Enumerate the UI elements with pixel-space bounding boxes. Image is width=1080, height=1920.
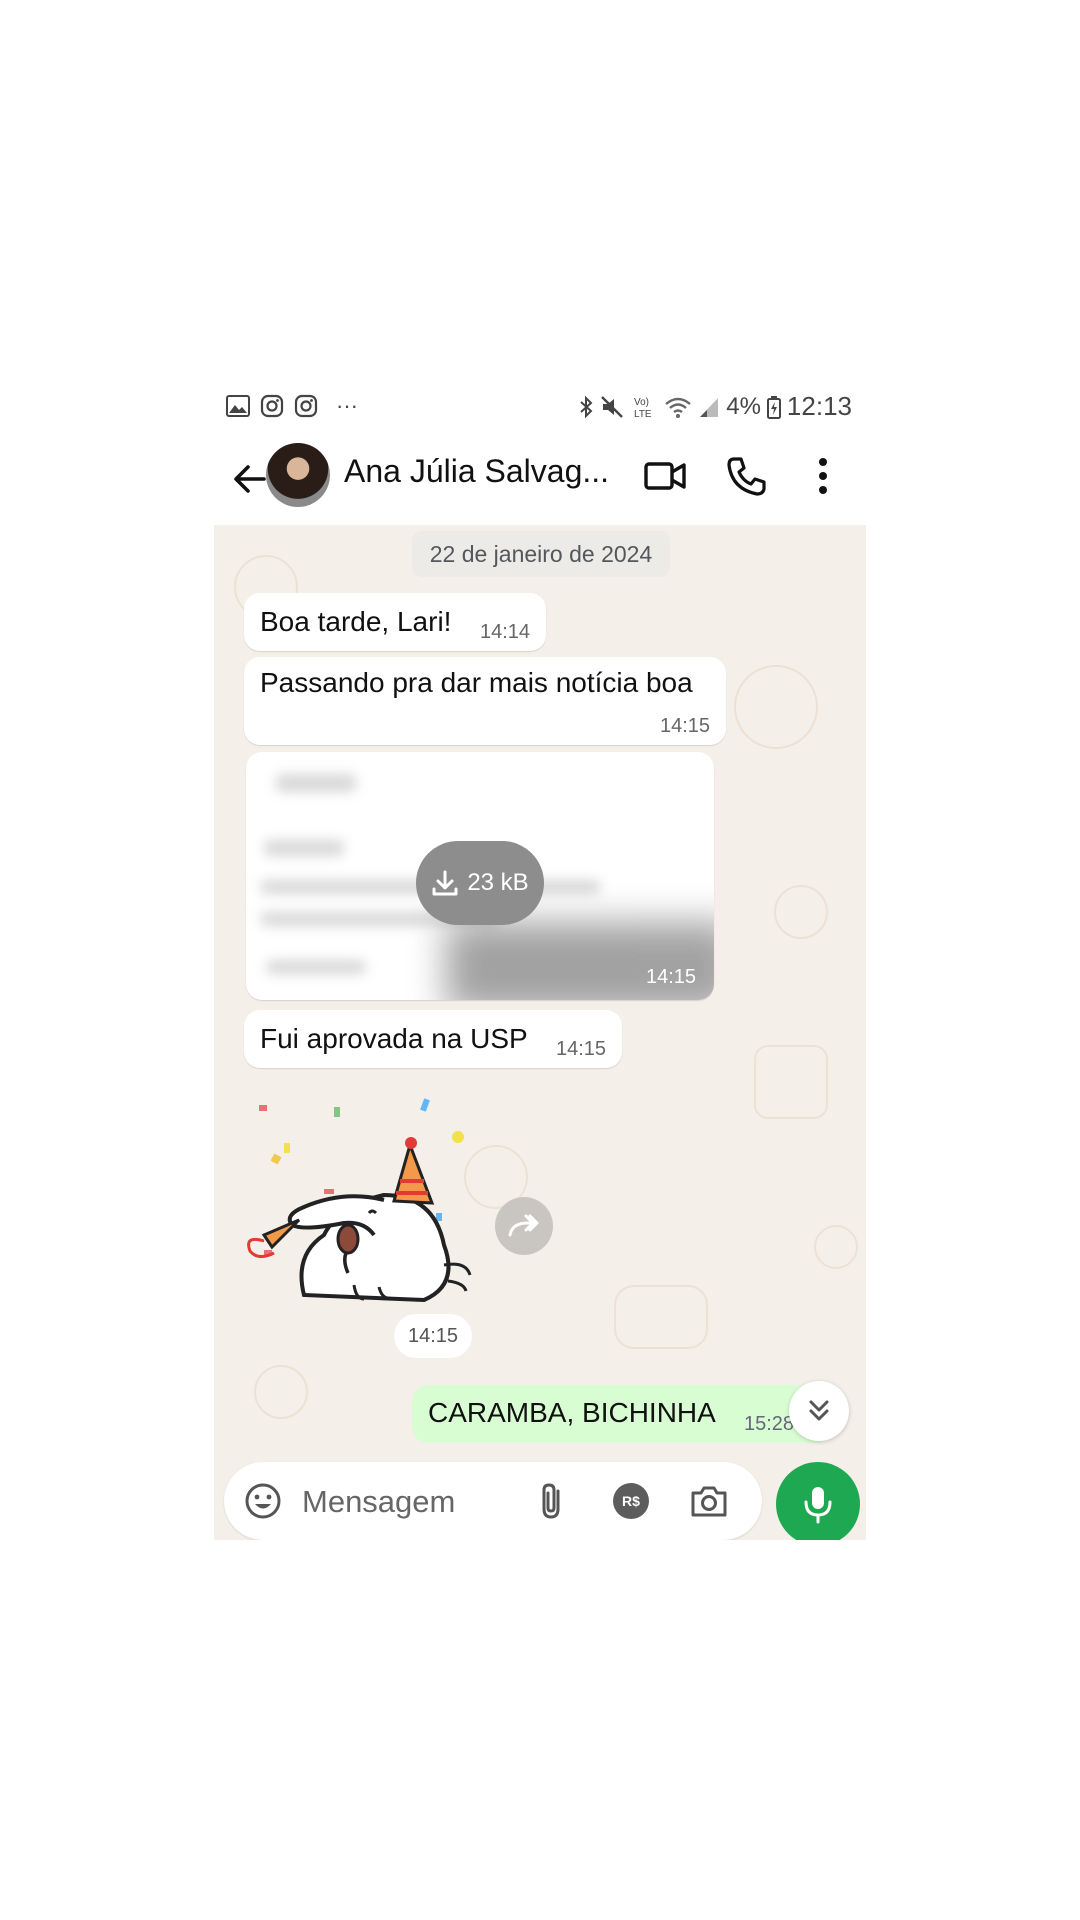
wifi-icon — [665, 397, 692, 418]
more-vert-icon[interactable] — [800, 453, 846, 499]
forward-button[interactable] — [495, 1197, 553, 1255]
mute-icon — [601, 395, 624, 418]
message-input[interactable] — [300, 1474, 504, 1530]
party-anteater-sticker[interactable] — [244, 1085, 474, 1310]
phone-screen: ··· Vo) LTE 4% 12:13 Ana Júlia Salvag...… — [214, 385, 866, 1540]
signal-icon — [700, 397, 719, 417]
status-time: 12:13 — [786, 391, 852, 421]
outgoing-message[interactable]: CARAMBA, BICHINHA 15:28 — [412, 1385, 832, 1443]
attach-icon — [542, 1483, 560, 1519]
emoji-button[interactable] — [240, 1478, 286, 1524]
message-text: CARAMBA, BICHINHA — [428, 1397, 716, 1428]
document-message[interactable]: 23 kB 14:15 — [246, 752, 714, 1000]
video-call-icon[interactable] — [642, 453, 688, 499]
battery-percent: 4% — [726, 392, 761, 420]
message-time: 14:14 — [480, 621, 531, 643]
camera-button[interactable] — [686, 1478, 732, 1524]
download-size: 23 kB — [467, 869, 529, 896]
currency-label: R$ — [622, 1493, 640, 1509]
mic-icon — [804, 1487, 832, 1524]
voice-message-button[interactable] — [776, 1462, 860, 1540]
contact-name[interactable]: Ana Júlia Salvag... — [344, 453, 609, 490]
camera-icon — [691, 1486, 727, 1517]
incoming-message[interactable]: Boa tarde, Lari! 14:14 — [244, 593, 546, 651]
more-notifications: ··· — [336, 393, 358, 418]
gallery-icon — [226, 395, 250, 417]
battery-icon — [766, 395, 781, 419]
volte-icon: Vo) LTE — [634, 397, 652, 419]
incoming-message[interactable]: Passando pra dar mais notícia boa 14:15 — [244, 657, 726, 745]
phone-icon[interactable] — [724, 453, 770, 499]
message-time: 14:15 — [556, 1038, 607, 1060]
status-bar: ··· Vo) LTE 4% 12:13 — [214, 385, 866, 433]
double-chevron-down-icon — [809, 1400, 829, 1421]
attach-button[interactable] — [530, 1478, 576, 1524]
message-text: Boa tarde, Lari! — [260, 606, 452, 637]
forward-icon — [508, 1214, 539, 1237]
message-time: 14:15 — [646, 966, 697, 988]
emoji-icon — [245, 1483, 281, 1519]
payment-button[interactable]: R$ — [608, 1478, 654, 1524]
message-time: 14:15 — [660, 715, 711, 737]
message-text: Passando pra dar mais notícia boa — [260, 667, 693, 698]
bluetooth-icon — [580, 395, 593, 418]
pix-icon: R$ — [613, 1483, 649, 1519]
instagram-icon — [294, 394, 318, 418]
message-time: 15:28 — [744, 1413, 795, 1435]
chat-header: Ana Júlia Salvag... — [214, 433, 866, 525]
incoming-message[interactable]: Fui aprovada na USP 14:15 — [244, 1010, 622, 1068]
message-composer: R$ — [224, 1462, 762, 1540]
avatar[interactable] — [266, 443, 330, 507]
chat-area[interactable]: 22 de janeiro de 2024 Boa tarde, Lari! 1… — [214, 525, 866, 1540]
download-button[interactable]: 23 kB — [416, 841, 544, 925]
scroll-to-bottom-button[interactable] — [789, 1381, 849, 1441]
sticker-time: 14:15 — [394, 1314, 472, 1358]
download-icon — [432, 870, 458, 896]
svg-text:Vo): Vo) — [634, 397, 649, 408]
instagram-icon — [260, 394, 284, 418]
svg-text:LTE: LTE — [634, 409, 652, 419]
message-text: Fui aprovada na USP — [260, 1023, 528, 1054]
date-chip: 22 de janeiro de 2024 — [412, 531, 670, 577]
